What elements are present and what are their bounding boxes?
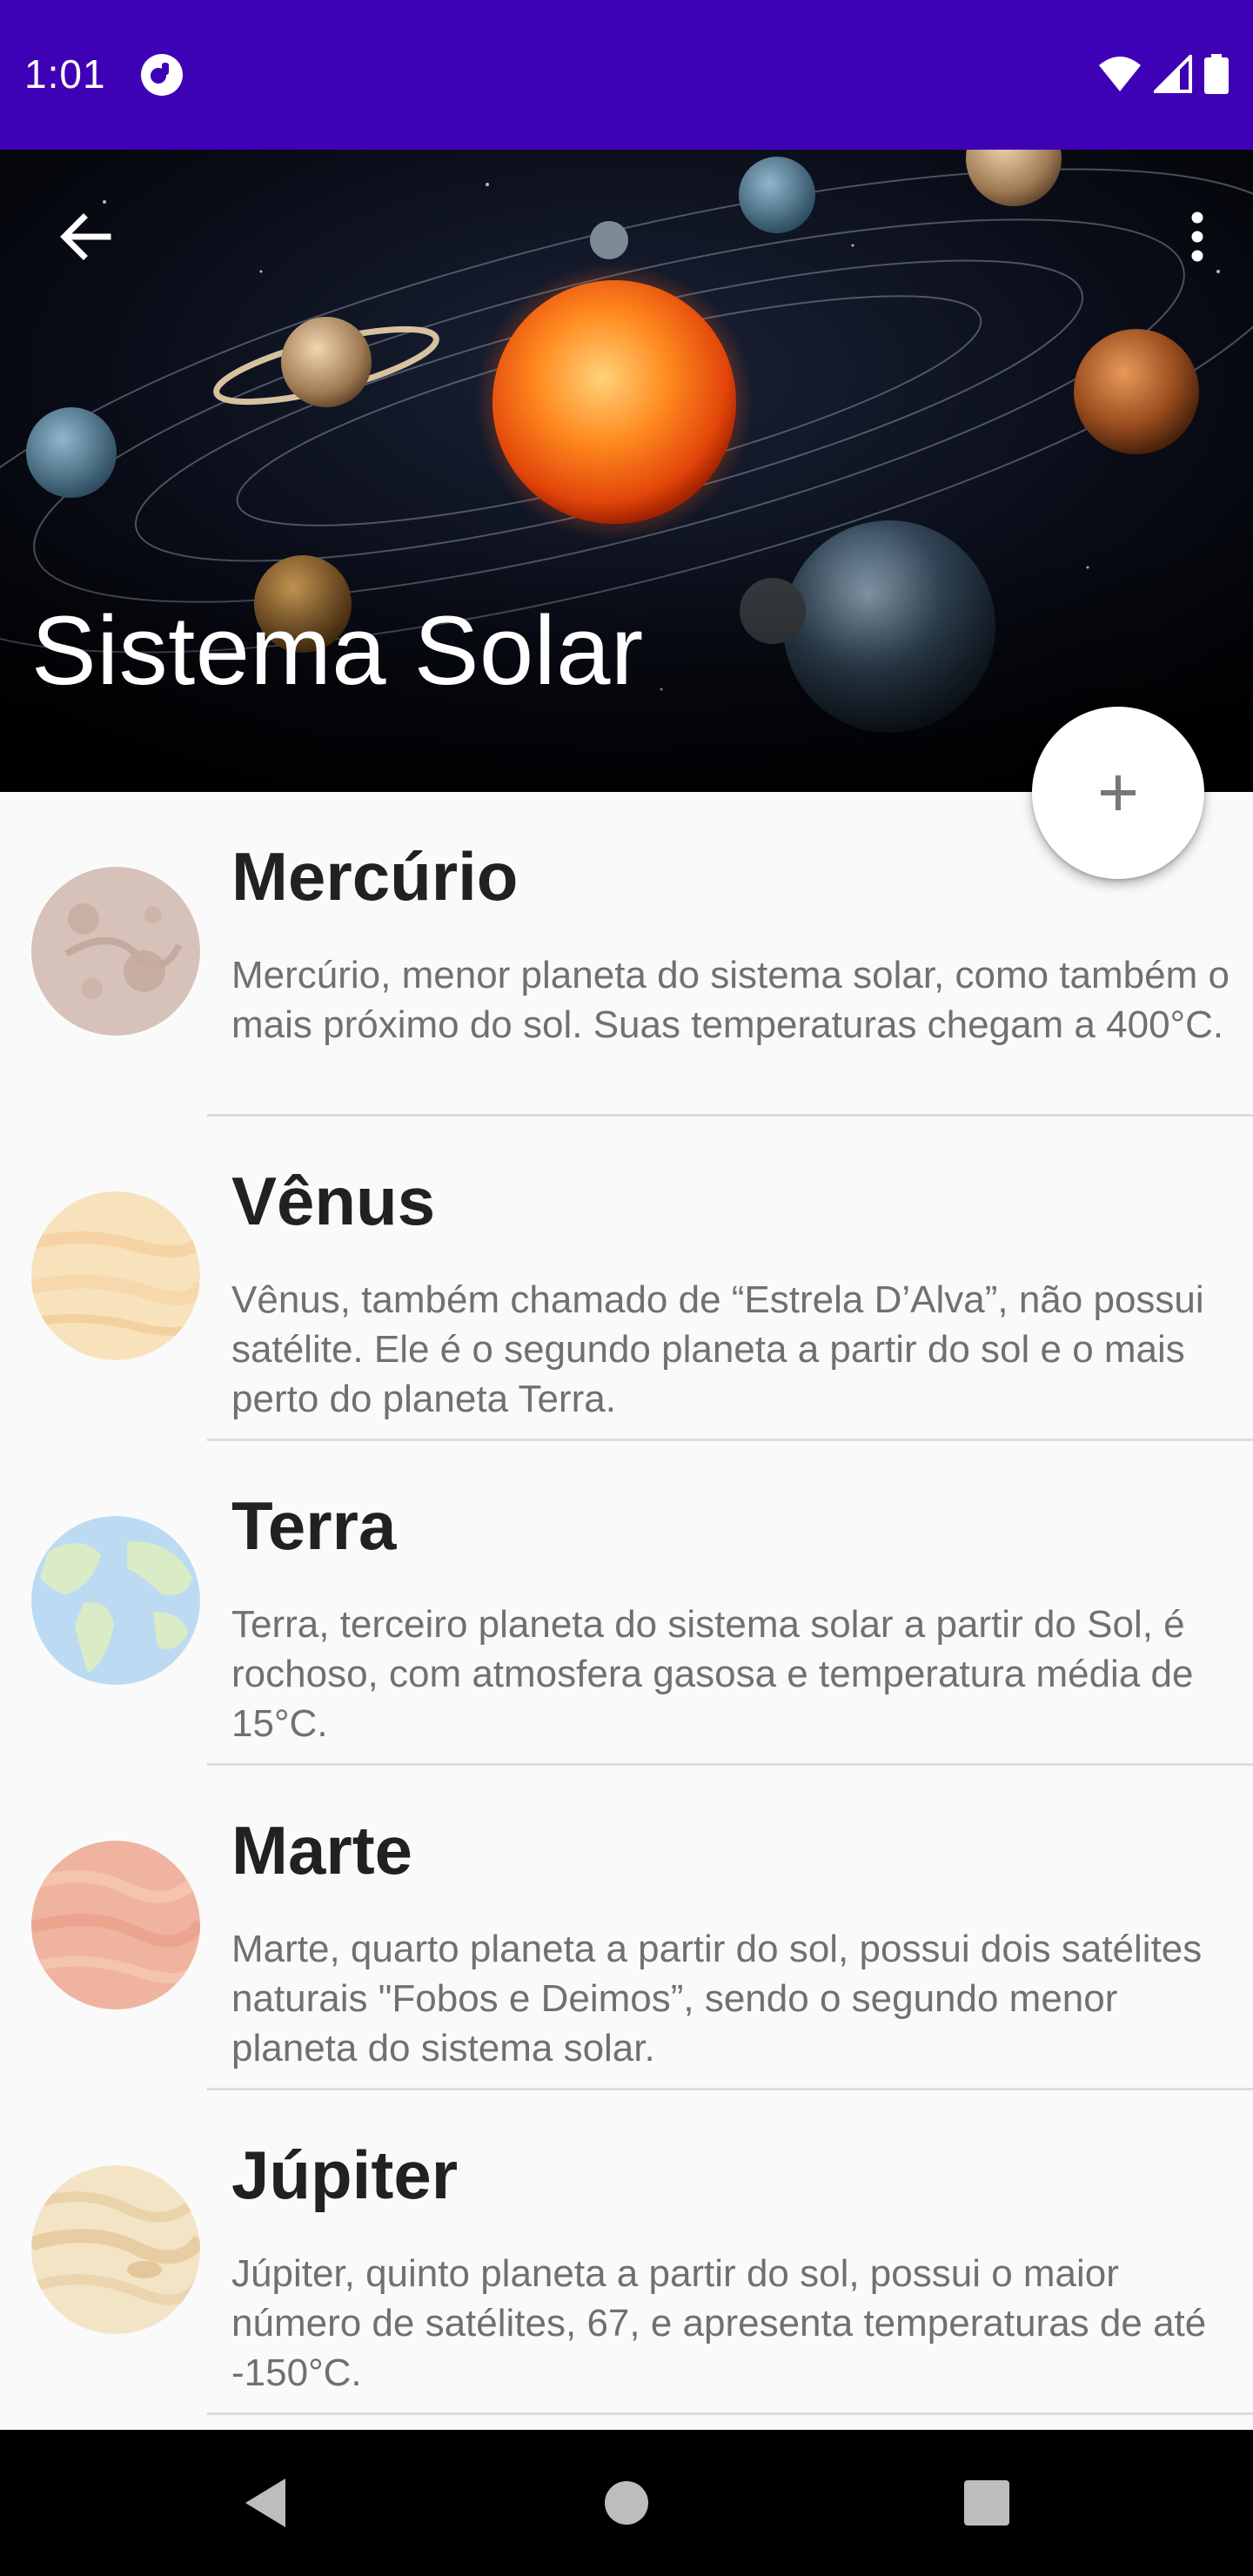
status-icons bbox=[1098, 54, 1229, 94]
collapsing-header: Sistema Solar bbox=[0, 150, 1253, 792]
mercury-planet-icon bbox=[31, 867, 200, 1036]
arrow-back-icon[interactable] bbox=[50, 202, 120, 272]
planet-description: Júpiter, quinto planeta a partir do sol,… bbox=[231, 2252, 1207, 2394]
planet-description: Marte, quarto planeta a partir do sol, p… bbox=[231, 1928, 1203, 2070]
planet-name: Mercúrio bbox=[231, 838, 519, 915]
planet-description: Terra, terceiro planeta do sistema solar… bbox=[231, 1603, 1194, 1745]
system-navigation-bar bbox=[0, 2430, 1253, 2576]
mars-planet-icon bbox=[31, 1841, 200, 2009]
signal-icon bbox=[1154, 55, 1192, 93]
app-notification-icon bbox=[141, 54, 183, 96]
planet-description: Vênus, também chamado de “Estrela D’Alva… bbox=[231, 1278, 1204, 1420]
status-time: 1:01 bbox=[24, 51, 106, 97]
list-item[interactable]: Terra Terra, terceiro planeta do sistema… bbox=[0, 1441, 1253, 1766]
earth-planet-icon bbox=[31, 1516, 200, 1685]
more-vert-icon[interactable] bbox=[1176, 202, 1218, 272]
status-bar: 1:01 bbox=[0, 0, 1253, 150]
add-icon bbox=[1101, 775, 1136, 810]
planet-name: Júpiter bbox=[231, 2137, 459, 2213]
home-circle-icon[interactable] bbox=[592, 2468, 661, 2538]
divider bbox=[207, 2412, 1253, 2415]
list-item[interactable]: Marte Marte, quarto planeta a partir do … bbox=[0, 1766, 1253, 2090]
add-planet-fab[interactable] bbox=[1032, 707, 1204, 879]
jupiter-planet-icon bbox=[31, 2165, 200, 2334]
page-title: Sistema Solar bbox=[31, 596, 644, 705]
battery-icon bbox=[1204, 54, 1229, 94]
venus-planet-icon bbox=[31, 1191, 200, 1360]
recents-square-icon[interactable] bbox=[952, 2468, 1022, 2538]
wifi-icon bbox=[1099, 57, 1141, 91]
planet-description: Mercúrio, menor planeta do sistema solar… bbox=[231, 954, 1230, 1046]
list-item[interactable]: Júpiter Júpiter, quinto planeta a partir… bbox=[0, 2090, 1253, 2415]
planet-name: Vênus bbox=[231, 1163, 436, 1239]
planet-name: Marte bbox=[231, 1812, 413, 1888]
list-item[interactable]: Vênus Vênus, também chamado de “Estrela … bbox=[0, 1117, 1253, 1441]
back-triangle-icon[interactable] bbox=[235, 2468, 305, 2538]
planet-list[interactable]: Mercúrio Mercúrio, menor planeta do sist… bbox=[0, 792, 1253, 2430]
planet-name: Terra bbox=[231, 1487, 397, 1564]
